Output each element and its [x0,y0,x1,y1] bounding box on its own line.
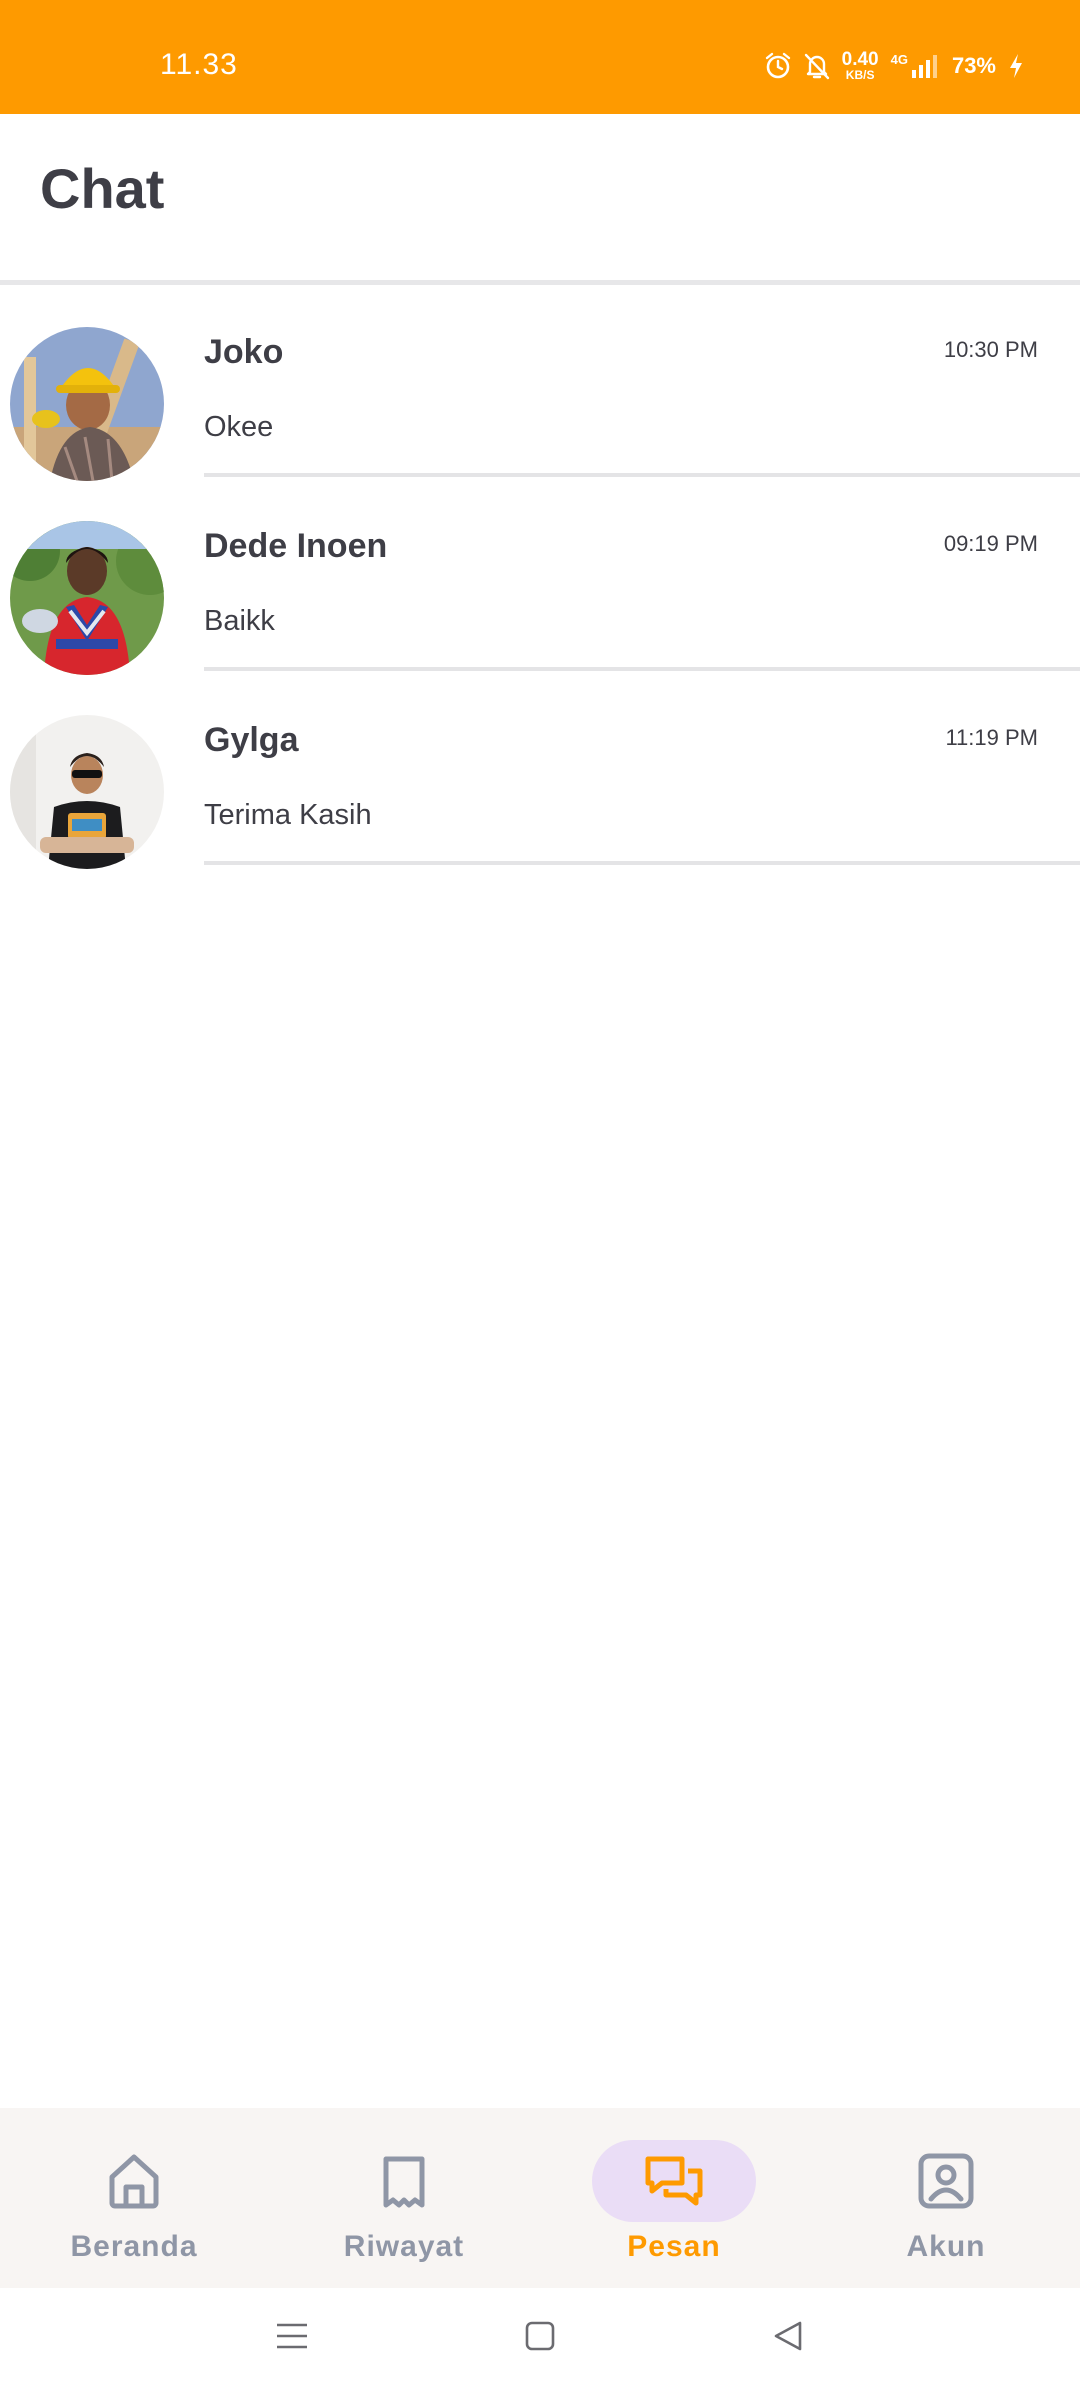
message-time: 09:19 PM [943,531,1038,556]
network-type: 4G [890,51,908,67]
list-divider [204,861,1080,865]
home-icon [109,2154,159,2209]
avatar-dede-inoen-image [10,521,164,675]
alarm-icon [764,52,792,80]
net-speed: 0.40 KB/S [842,50,879,81]
avatar[interactable] [10,521,164,675]
battery-level: 73% [951,52,996,78]
chat-list: Joko 10:30 PM Okee Dede Inoen 09:19 PM B… [0,285,1080,869]
status-time: 11.33 [160,48,238,81]
signal-icon: 4G [891,52,940,80]
nav-icon-wrap [52,2140,216,2222]
net-speed-unit: KB/S [845,68,875,82]
status-bar: 11.33 0.40 KB/S 4G 73% [0,0,1080,114]
nav-label: Beranda [70,2230,198,2263]
app-header: Chat [0,114,1080,282]
list-divider [204,667,1080,671]
contact-name: Joko [204,333,284,371]
nav-label: Riwayat [343,2230,465,2263]
system-nav-bar [0,2288,1080,2400]
contact-name: Dede Inoen [204,527,388,565]
square-icon [525,2321,555,2351]
chat-item-joko[interactable]: Joko 10:30 PM Okee [0,285,1080,481]
net-speed-value: 0.40 [841,49,879,70]
account-icon [918,2153,974,2209]
nav-item-akun[interactable]: Akun [846,2140,1046,2270]
message-preview: Baikk [204,605,275,637]
nav-label: Akun [906,2230,986,2263]
recent-apps-button[interactable] [274,2318,310,2359]
back-button[interactable] [770,2318,806,2359]
chat-bubbles-icon [645,2156,703,2206]
home-button[interactable] [522,2318,558,2359]
avatar[interactable] [10,715,164,869]
bookmark-icon [383,2156,425,2208]
nav-item-riwayat[interactable]: Riwayat [304,2140,504,2270]
nav-icon-wrap [864,2140,1028,2222]
nav-icon-wrap-active [592,2140,756,2222]
message-preview: Okee [204,411,274,443]
avatar-gylga-image [10,715,164,869]
back-triangle-icon [774,2321,802,2351]
charging-icon [1008,53,1024,79]
bottom-nav: Beranda Riwayat Pesan Akun [0,2108,1080,2288]
nav-item-beranda[interactable]: Beranda [34,2140,234,2270]
message-preview: Terima Kasih [204,799,372,831]
page-title: Chat [40,157,165,220]
list-divider [204,473,1080,477]
message-time: 10:30 PM [943,337,1038,362]
nav-label: Pesan [627,2230,721,2263]
mute-bell-icon [804,52,830,80]
nav-icon-wrap [322,2140,486,2222]
avatar-joko-image [10,327,164,481]
message-time: 11:19 PM [945,725,1038,750]
chat-item-dede-inoen[interactable]: Dede Inoen 09:19 PM Baikk [0,479,1080,675]
nav-item-pesan[interactable]: Pesan [574,2140,774,2270]
status-icons: 0.40 KB/S 4G 73% [764,50,1024,81]
contact-name: Gylga [204,721,299,759]
menu-icon [277,2323,307,2349]
avatar[interactable] [10,327,164,481]
chat-item-gylga[interactable]: Gylga 11:19 PM Terima Kasih [0,673,1080,869]
